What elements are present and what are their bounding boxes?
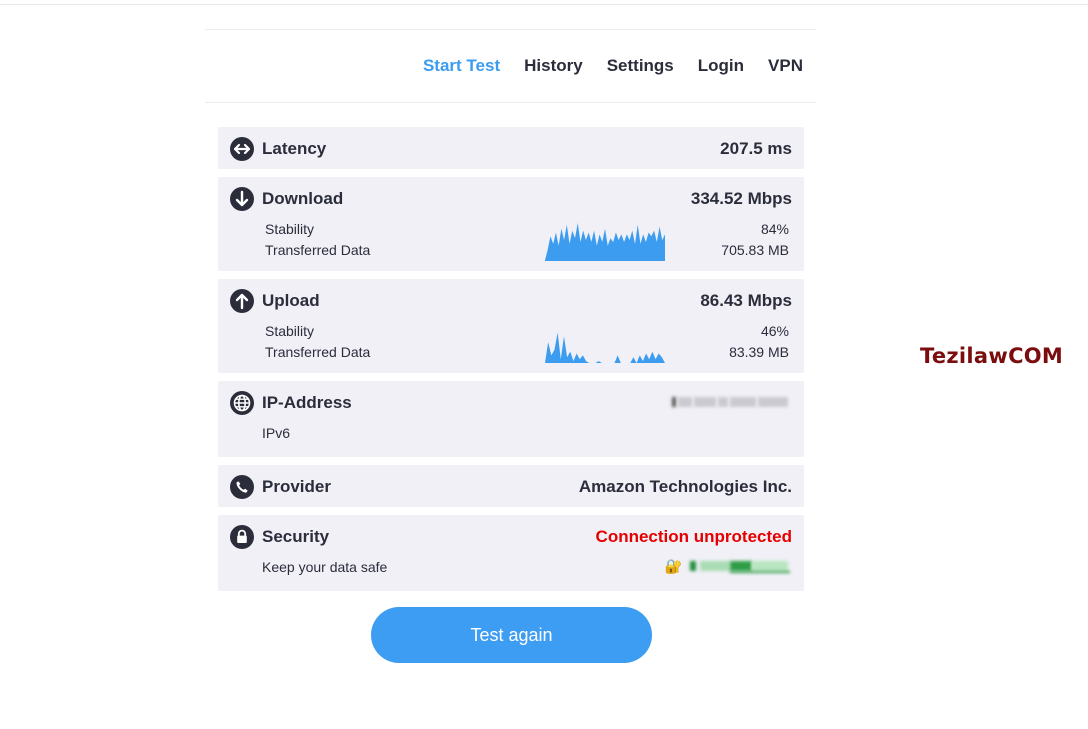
nav-start-test[interactable]: Start Test bbox=[423, 55, 500, 77]
lock-icon bbox=[230, 525, 254, 549]
header-bottom-divider bbox=[205, 102, 816, 103]
arrow-down-icon bbox=[230, 187, 254, 211]
download-card: Download 334.52 Mbps Stability Transferr… bbox=[218, 177, 804, 271]
latency-title: Latency bbox=[262, 139, 327, 158]
test-again-button[interactable]: Test again bbox=[371, 607, 652, 663]
phone-icon bbox=[230, 475, 254, 499]
provider-value: Amazon Technologies Inc. bbox=[578, 477, 792, 496]
nav-history[interactable]: History bbox=[524, 55, 583, 77]
download-stability-value: 84% bbox=[760, 221, 789, 237]
ip-address-title: IP-Address bbox=[262, 393, 352, 412]
download-title: Download bbox=[262, 189, 344, 208]
nav-vpn[interactable]: VPN bbox=[768, 55, 803, 77]
download-value: 334.52 Mbps bbox=[690, 189, 792, 208]
left-right-arrows-icon bbox=[230, 137, 254, 161]
upload-title: Upload bbox=[262, 291, 320, 310]
upload-value: 86.43 Mbps bbox=[700, 291, 792, 310]
provider-title: Provider bbox=[262, 477, 331, 496]
nav-login[interactable]: Login bbox=[698, 55, 744, 77]
ip-version-label: IPv6 bbox=[262, 425, 291, 441]
watermark-logo: TezilawCOM bbox=[920, 344, 1064, 368]
top-divider bbox=[0, 4, 1088, 5]
security-title: Security bbox=[262, 527, 330, 546]
download-transferred-value: 705.83 MB bbox=[721, 242, 789, 258]
spark-down-area bbox=[545, 223, 665, 261]
download-stability-label: Stability bbox=[265, 221, 315, 237]
latency-card: Latency 207.5 ms bbox=[218, 127, 804, 169]
security-subtitle: Keep your data safe bbox=[262, 559, 388, 575]
lock-key-icon: 🔐 bbox=[664, 558, 682, 574]
ip-address-redacted bbox=[672, 393, 812, 407]
upload-transferred-label: Transferred Data bbox=[265, 344, 371, 360]
upload-stability-value: 46% bbox=[760, 323, 789, 339]
arrow-up-icon bbox=[230, 289, 254, 313]
globe-icon bbox=[230, 391, 254, 415]
ip-address-card: IP-Address IPv6 bbox=[218, 381, 804, 457]
download-transferred-label: Transferred Data bbox=[265, 242, 371, 258]
upload-transferred-value: 83.39 MB bbox=[729, 344, 789, 360]
header-top-divider bbox=[205, 29, 816, 30]
latency-value: 207.5 ms bbox=[720, 139, 792, 158]
security-card: Security Connection unprotected Keep you… bbox=[218, 515, 804, 591]
provider-card: Provider Amazon Technologies Inc. bbox=[218, 465, 804, 507]
security-status: Connection unprotected bbox=[595, 527, 792, 546]
spark-up-area bbox=[545, 332, 665, 363]
upload-card: Upload 86.43 Mbps Stability Transferred … bbox=[218, 279, 804, 373]
main-nav: Start Test History Settings Login VPN bbox=[423, 55, 803, 77]
upload-sparkline bbox=[545, 332, 665, 363]
download-sparkline bbox=[545, 223, 665, 261]
upload-stability-label: Stability bbox=[265, 323, 315, 339]
vpn-link-redacted[interactable] bbox=[690, 559, 794, 573]
nav-settings[interactable]: Settings bbox=[607, 55, 674, 77]
